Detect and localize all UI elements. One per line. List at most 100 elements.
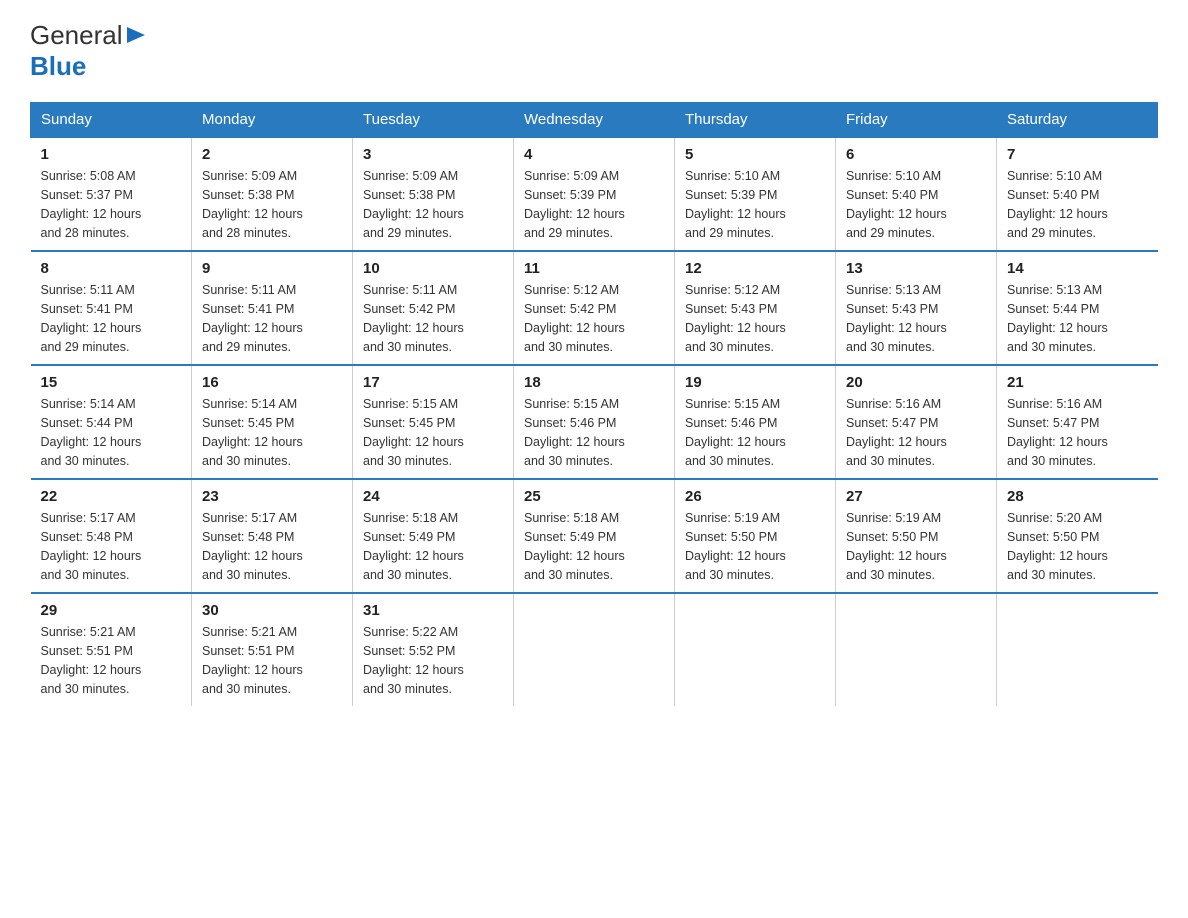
calendar-cell: 7 Sunrise: 5:10 AM Sunset: 5:40 PM Dayli…	[997, 137, 1158, 251]
day-info: Sunrise: 5:15 AM Sunset: 5:45 PM Dayligh…	[363, 395, 503, 470]
calendar-cell: 2 Sunrise: 5:09 AM Sunset: 5:38 PM Dayli…	[192, 137, 353, 251]
calendar-cell: 13 Sunrise: 5:13 AM Sunset: 5:43 PM Dayl…	[836, 251, 997, 365]
day-info: Sunrise: 5:16 AM Sunset: 5:47 PM Dayligh…	[846, 395, 986, 470]
day-info: Sunrise: 5:16 AM Sunset: 5:47 PM Dayligh…	[1007, 395, 1148, 470]
logo-general: General	[30, 20, 123, 51]
header-sunday: Sunday	[31, 103, 192, 138]
day-info: Sunrise: 5:12 AM Sunset: 5:43 PM Dayligh…	[685, 281, 825, 356]
day-info: Sunrise: 5:13 AM Sunset: 5:43 PM Dayligh…	[846, 281, 986, 356]
calendar-cell: 26 Sunrise: 5:19 AM Sunset: 5:50 PM Dayl…	[675, 479, 836, 593]
day-info: Sunrise: 5:11 AM Sunset: 5:42 PM Dayligh…	[363, 281, 503, 356]
day-number: 13	[846, 260, 986, 277]
day-info: Sunrise: 5:10 AM Sunset: 5:40 PM Dayligh…	[1007, 167, 1148, 242]
day-number: 26	[685, 488, 825, 505]
day-info: Sunrise: 5:10 AM Sunset: 5:39 PM Dayligh…	[685, 167, 825, 242]
day-info: Sunrise: 5:17 AM Sunset: 5:48 PM Dayligh…	[41, 509, 182, 584]
day-info: Sunrise: 5:18 AM Sunset: 5:49 PM Dayligh…	[524, 509, 664, 584]
calendar-cell: 17 Sunrise: 5:15 AM Sunset: 5:45 PM Dayl…	[353, 365, 514, 479]
calendar-cell	[675, 593, 836, 706]
day-number: 30	[202, 602, 342, 619]
day-number: 24	[363, 488, 503, 505]
day-number: 12	[685, 260, 825, 277]
calendar-cell: 22 Sunrise: 5:17 AM Sunset: 5:48 PM Dayl…	[31, 479, 192, 593]
logo-arrow-icon	[127, 25, 147, 45]
day-number: 28	[1007, 488, 1148, 505]
day-number: 22	[41, 488, 182, 505]
calendar-cell: 18 Sunrise: 5:15 AM Sunset: 5:46 PM Dayl…	[514, 365, 675, 479]
day-number: 31	[363, 602, 503, 619]
day-number: 25	[524, 488, 664, 505]
day-number: 20	[846, 374, 986, 391]
week-row-5: 29 Sunrise: 5:21 AM Sunset: 5:51 PM Dayl…	[31, 593, 1158, 706]
calendar-cell: 21 Sunrise: 5:16 AM Sunset: 5:47 PM Dayl…	[997, 365, 1158, 479]
calendar-cell: 11 Sunrise: 5:12 AM Sunset: 5:42 PM Dayl…	[514, 251, 675, 365]
day-info: Sunrise: 5:15 AM Sunset: 5:46 PM Dayligh…	[524, 395, 664, 470]
day-number: 2	[202, 146, 342, 163]
header-tuesday: Tuesday	[353, 103, 514, 138]
day-number: 6	[846, 146, 986, 163]
day-info: Sunrise: 5:22 AM Sunset: 5:52 PM Dayligh…	[363, 623, 503, 698]
day-number: 10	[363, 260, 503, 277]
header-monday: Monday	[192, 103, 353, 138]
header-thursday: Thursday	[675, 103, 836, 138]
day-info: Sunrise: 5:15 AM Sunset: 5:46 PM Dayligh…	[685, 395, 825, 470]
week-row-3: 15 Sunrise: 5:14 AM Sunset: 5:44 PM Dayl…	[31, 365, 1158, 479]
header-wednesday: Wednesday	[514, 103, 675, 138]
day-info: Sunrise: 5:21 AM Sunset: 5:51 PM Dayligh…	[202, 623, 342, 698]
calendar-cell: 20 Sunrise: 5:16 AM Sunset: 5:47 PM Dayl…	[836, 365, 997, 479]
calendar-table: SundayMondayTuesdayWednesdayThursdayFrid…	[30, 102, 1158, 706]
day-info: Sunrise: 5:21 AM Sunset: 5:51 PM Dayligh…	[41, 623, 182, 698]
day-number: 7	[1007, 146, 1148, 163]
day-info: Sunrise: 5:19 AM Sunset: 5:50 PM Dayligh…	[685, 509, 825, 584]
calendar-cell: 14 Sunrise: 5:13 AM Sunset: 5:44 PM Dayl…	[997, 251, 1158, 365]
calendar-cell: 3 Sunrise: 5:09 AM Sunset: 5:38 PM Dayli…	[353, 137, 514, 251]
calendar-cell: 29 Sunrise: 5:21 AM Sunset: 5:51 PM Dayl…	[31, 593, 192, 706]
calendar-cell	[997, 593, 1158, 706]
calendar-cell: 27 Sunrise: 5:19 AM Sunset: 5:50 PM Dayl…	[836, 479, 997, 593]
day-info: Sunrise: 5:13 AM Sunset: 5:44 PM Dayligh…	[1007, 281, 1148, 356]
day-number: 19	[685, 374, 825, 391]
calendar-cell: 16 Sunrise: 5:14 AM Sunset: 5:45 PM Dayl…	[192, 365, 353, 479]
day-number: 23	[202, 488, 342, 505]
calendar-cell: 9 Sunrise: 5:11 AM Sunset: 5:41 PM Dayli…	[192, 251, 353, 365]
day-info: Sunrise: 5:09 AM Sunset: 5:38 PM Dayligh…	[363, 167, 503, 242]
day-info: Sunrise: 5:10 AM Sunset: 5:40 PM Dayligh…	[846, 167, 986, 242]
calendar-cell: 19 Sunrise: 5:15 AM Sunset: 5:46 PM Dayl…	[675, 365, 836, 479]
calendar-cell: 23 Sunrise: 5:17 AM Sunset: 5:48 PM Dayl…	[192, 479, 353, 593]
day-info: Sunrise: 5:11 AM Sunset: 5:41 PM Dayligh…	[202, 281, 342, 356]
day-info: Sunrise: 5:14 AM Sunset: 5:45 PM Dayligh…	[202, 395, 342, 470]
day-info: Sunrise: 5:20 AM Sunset: 5:50 PM Dayligh…	[1007, 509, 1148, 584]
day-info: Sunrise: 5:09 AM Sunset: 5:38 PM Dayligh…	[202, 167, 342, 242]
day-number: 17	[363, 374, 503, 391]
calendar-cell: 5 Sunrise: 5:10 AM Sunset: 5:39 PM Dayli…	[675, 137, 836, 251]
day-number: 14	[1007, 260, 1148, 277]
day-number: 3	[363, 146, 503, 163]
week-row-2: 8 Sunrise: 5:11 AM Sunset: 5:41 PM Dayli…	[31, 251, 1158, 365]
day-info: Sunrise: 5:19 AM Sunset: 5:50 PM Dayligh…	[846, 509, 986, 584]
day-info: Sunrise: 5:14 AM Sunset: 5:44 PM Dayligh…	[41, 395, 182, 470]
day-info: Sunrise: 5:12 AM Sunset: 5:42 PM Dayligh…	[524, 281, 664, 356]
page-header: General Blue	[30, 20, 1158, 82]
header-saturday: Saturday	[997, 103, 1158, 138]
calendar-cell: 30 Sunrise: 5:21 AM Sunset: 5:51 PM Dayl…	[192, 593, 353, 706]
day-info: Sunrise: 5:09 AM Sunset: 5:39 PM Dayligh…	[524, 167, 664, 242]
day-info: Sunrise: 5:08 AM Sunset: 5:37 PM Dayligh…	[41, 167, 182, 242]
day-number: 29	[41, 602, 182, 619]
day-number: 4	[524, 146, 664, 163]
day-number: 8	[41, 260, 182, 277]
day-number: 15	[41, 374, 182, 391]
calendar-cell: 10 Sunrise: 5:11 AM Sunset: 5:42 PM Dayl…	[353, 251, 514, 365]
calendar-cell: 24 Sunrise: 5:18 AM Sunset: 5:49 PM Dayl…	[353, 479, 514, 593]
week-row-1: 1 Sunrise: 5:08 AM Sunset: 5:37 PM Dayli…	[31, 137, 1158, 251]
day-number: 27	[846, 488, 986, 505]
calendar-cell	[514, 593, 675, 706]
logo: General Blue	[30, 20, 147, 82]
day-number: 11	[524, 260, 664, 277]
day-info: Sunrise: 5:17 AM Sunset: 5:48 PM Dayligh…	[202, 509, 342, 584]
day-number: 9	[202, 260, 342, 277]
day-number: 1	[41, 146, 182, 163]
day-number: 5	[685, 146, 825, 163]
day-number: 21	[1007, 374, 1148, 391]
day-number: 16	[202, 374, 342, 391]
calendar-cell: 8 Sunrise: 5:11 AM Sunset: 5:41 PM Dayli…	[31, 251, 192, 365]
